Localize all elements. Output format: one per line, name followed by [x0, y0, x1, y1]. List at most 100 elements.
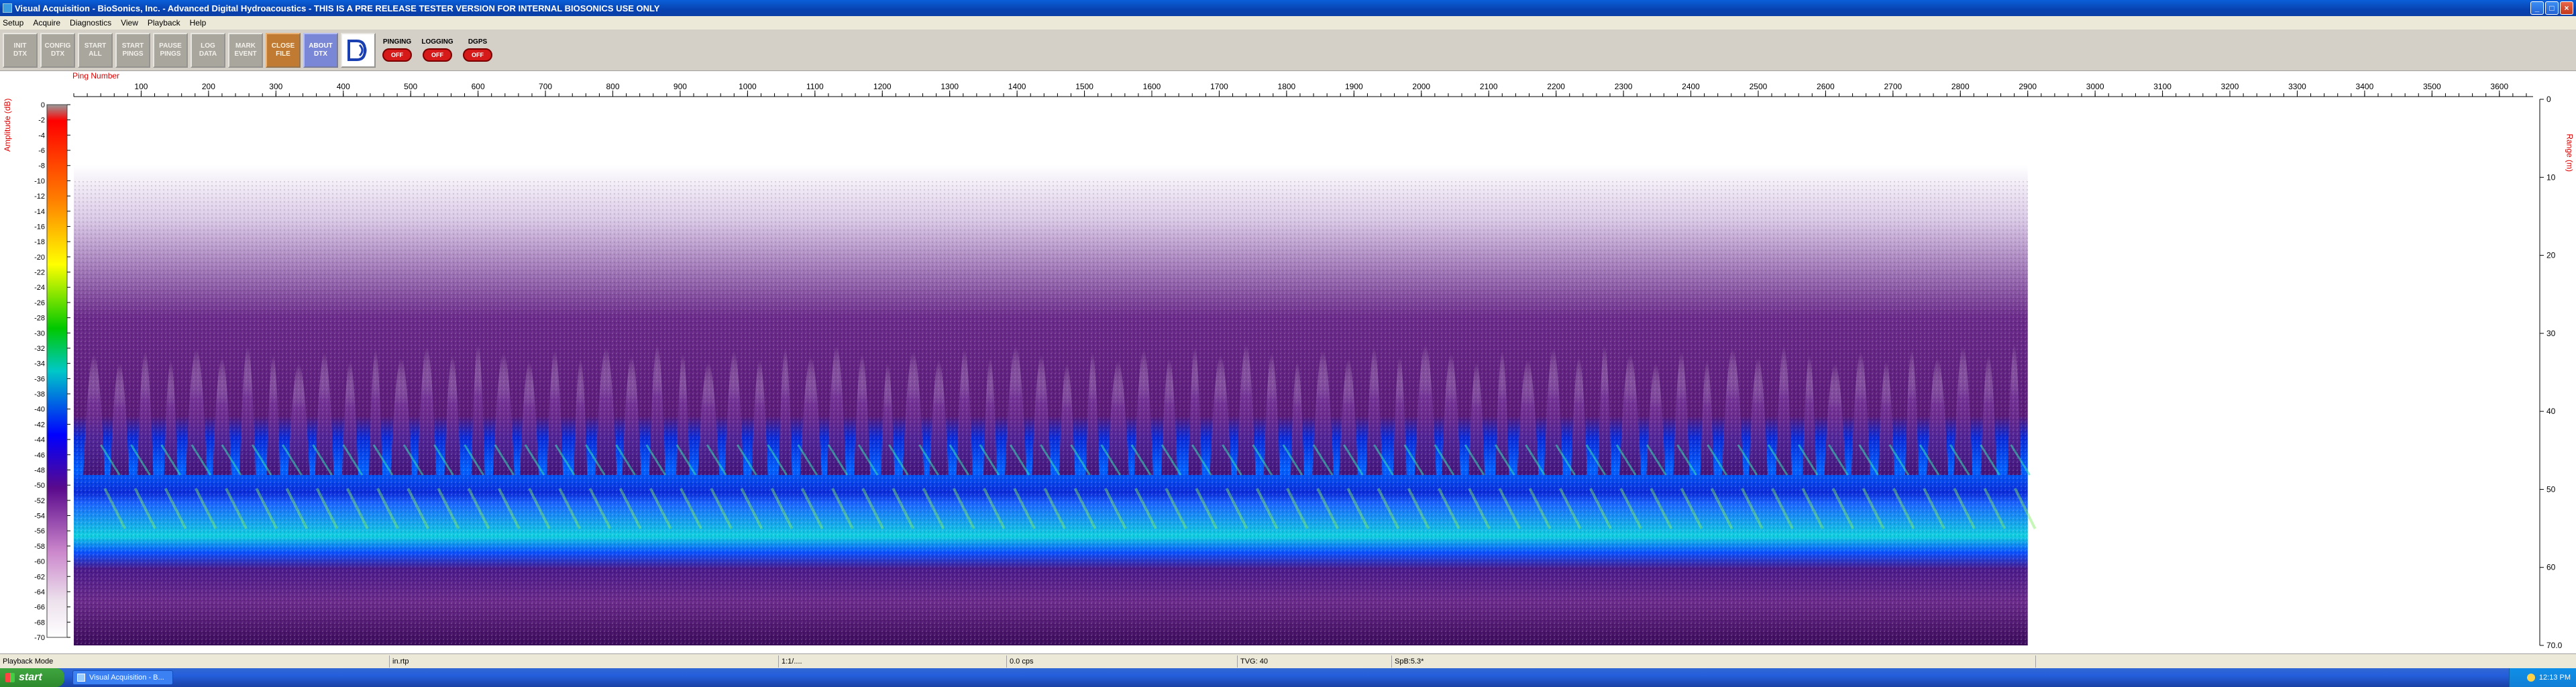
amplitude-tick-label: 0	[41, 101, 45, 109]
amplitude-tick-label: -28	[34, 315, 45, 323]
logging-label: LOGGING	[421, 38, 453, 46]
task-visual-acquisition[interactable]: Visual Acquisition - B...	[72, 670, 173, 685]
ping-tick-label: 3600	[2490, 82, 2508, 91]
amplitude-tick-label: -56	[34, 527, 45, 535]
amplitude-tick-label: -2	[38, 117, 45, 125]
echogram-display: 100 200 300 400 500 600 700 800 900 1000 1100 1200 1…	[0, 71, 2576, 653]
mark-event-button[interactable]: MARK EVENT	[228, 32, 263, 68]
amplitude-colorbar	[46, 104, 68, 638]
ping-tick-label: 100	[134, 82, 148, 91]
ping-tick-label: 500	[404, 82, 417, 91]
start-pings-button[interactable]: START PINGS	[115, 32, 150, 68]
ping-tick-label: 900	[674, 82, 687, 91]
amplitude-tick-label: -48	[34, 466, 45, 474]
amplitude-tick-label: -10	[34, 177, 45, 185]
amplitude-tick-label: -54	[34, 513, 45, 521]
menu-acquire[interactable]: Acquire	[33, 18, 60, 28]
ping-tick-label: 400	[337, 82, 350, 91]
about-dtx-button[interactable]: ABOUT DTX	[303, 32, 338, 68]
windows-flag-icon	[5, 673, 15, 682]
amplitude-tick-label: -8	[38, 162, 45, 170]
ping-tick-label: 1900	[1345, 82, 1363, 91]
config-dtx-button[interactable]: CONFIG DTX	[40, 32, 75, 68]
amplitude-tick-label: -68	[34, 619, 45, 627]
close-icon[interactable]: ×	[2560, 1, 2573, 15]
menu-help[interactable]: Help	[190, 18, 207, 28]
dgps-toggle[interactable]: DGPS OFF	[459, 33, 496, 68]
amplitude-tick-label: -38	[34, 390, 45, 399]
start-all-button[interactable]: START ALL	[78, 32, 113, 68]
menu-diagnostics[interactable]: Diagnostics	[70, 18, 111, 28]
log-data-button[interactable]: LOG DATA	[191, 32, 225, 68]
pinging-toggle[interactable]: PINGING OFF	[378, 33, 416, 68]
ping-tick-label: 2500	[1750, 82, 1768, 91]
ping-tick-label: 800	[606, 82, 619, 91]
ping-tick-label: 2800	[1951, 82, 1970, 91]
echogram-svg[interactable]: 100 200 300 400 500 600 700 800 900 1000 1100 1200 1…	[0, 71, 2576, 653]
ping-tick-label: 300	[269, 82, 282, 91]
ping-tick-label: 3300	[2288, 82, 2306, 91]
ping-tick-label: 200	[202, 82, 215, 91]
ping-tick-label: 2400	[1682, 82, 1700, 91]
window-title: Visual Acquisition - BioSonics, Inc. - A…	[15, 3, 660, 13]
start-button[interactable]: start	[0, 668, 64, 687]
app-window: Visual Acquisition - BioSonics, Inc. - A…	[0, 0, 2576, 687]
tray-network-icon[interactable]	[2526, 674, 2535, 682]
ping-tick-label: 3100	[2153, 82, 2171, 91]
amplitude-tick-label: -30	[34, 329, 45, 337]
amplitude-tick-label: -20	[34, 254, 45, 262]
amplitude-tick-label: -22	[34, 269, 45, 277]
ping-tick-label: 1800	[1278, 82, 1296, 91]
status-position: 1:1/....	[778, 655, 1006, 668]
task-label: Visual Acquisition - B...	[89, 674, 164, 682]
dgps-switch[interactable]: OFF	[463, 48, 492, 62]
menu-setup[interactable]: Setup	[3, 18, 23, 28]
amplitude-tick-label: -50	[34, 482, 45, 490]
amplitude-tick-label: -34	[34, 360, 45, 368]
ping-tick-label: 600	[472, 82, 485, 91]
amplitude-tick-label: -4	[38, 131, 45, 140]
ping-tick-label: 1600	[1143, 82, 1161, 91]
minimize-icon[interactable]: _	[2530, 1, 2544, 15]
menu-playback[interactable]: Playback	[148, 18, 180, 28]
range-tick-label: 40	[2546, 407, 2556, 416]
status-file: in.rtp	[389, 655, 778, 668]
range-tick-label: 10	[2546, 172, 2556, 182]
menu-view[interactable]: View	[121, 18, 138, 28]
close-file-button[interactable]: CLOSE FILE	[266, 32, 301, 68]
amplitude-tick-label: -32	[34, 345, 45, 353]
window-controls: _ □ ×	[2530, 1, 2573, 15]
logging-toggle[interactable]: LOGGING OFF	[419, 33, 456, 68]
ping-axis-title: Ping Number	[72, 71, 120, 81]
pinging-switch[interactable]: OFF	[382, 48, 412, 62]
pause-pings-button[interactable]: PAUSE PINGS	[153, 32, 188, 68]
status-empty-2	[2035, 655, 2576, 668]
ping-tick-label: 2900	[2019, 82, 2037, 91]
init-dtx-button[interactable]: INIT DTX	[3, 32, 38, 68]
status-tvg: TVG: 40	[1237, 655, 1391, 668]
ping-tick-label: 3500	[2423, 82, 2441, 91]
taskbar: start Visual Acquisition - B... 12:13 PM	[0, 668, 2576, 687]
ping-tick-label: 3000	[2086, 82, 2104, 91]
ping-tick-label: 2700	[1884, 82, 1902, 91]
ping-tick-label: 1200	[873, 82, 892, 91]
ping-tick-label: 3400	[2356, 82, 2374, 91]
amplitude-axis-title: Amplitude (dB)	[3, 98, 12, 152]
status-mode: Playback Mode	[3, 657, 54, 666]
maximize-icon[interactable]: □	[2545, 1, 2559, 15]
status-spb: SpB:5.3*	[1391, 655, 2035, 668]
ping-tick-label: 2600	[1817, 82, 1835, 91]
logging-switch[interactable]: OFF	[423, 48, 452, 62]
amplitude-tick-label: -52	[34, 497, 45, 505]
range-tick-label: 60	[2546, 563, 2556, 572]
amplitude-tick-label: -40	[34, 406, 45, 414]
amplitude-tick-label: -64	[34, 588, 45, 596]
amplitude-tick-label: -70	[34, 634, 45, 642]
echo-speckle	[74, 180, 2028, 645]
range-tick-label: 50	[2546, 484, 2556, 494]
status-rate: 0.0 cps	[1006, 655, 1237, 668]
ping-tick-label: 3200	[2221, 82, 2239, 91]
pinging-label: PINGING	[382, 38, 412, 46]
ping-tick-label: 2100	[1480, 82, 1498, 91]
range-tick-label: 70.0	[2546, 641, 2563, 650]
